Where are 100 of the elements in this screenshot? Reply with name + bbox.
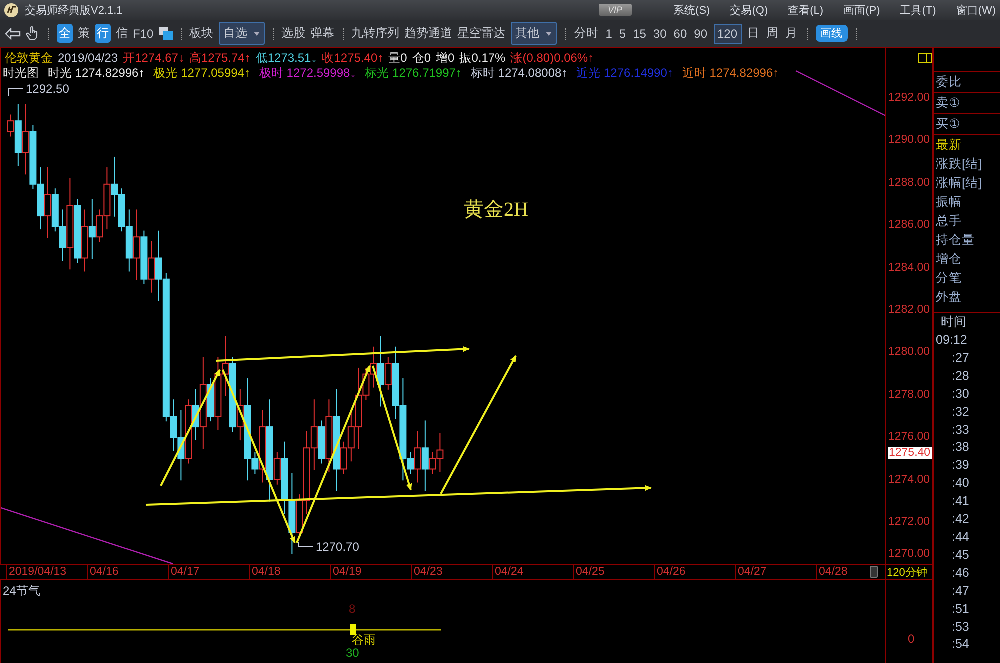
toolbar-button[interactable]: 星空雷达 — [458, 23, 506, 44]
date-axis-label: 04/25 — [573, 565, 654, 579]
window-toggle-icon[interactable] — [918, 53, 932, 63]
leader-line — [298, 542, 314, 548]
quote-value: 低1273.51↓ — [256, 51, 318, 66]
trade-time: :33 — [951, 422, 970, 439]
price-tick-label: 1278.00 — [888, 388, 930, 401]
price-tick-label: 1284.00 — [888, 262, 930, 274]
trade-time: :46 — [951, 564, 970, 582]
trade-time: :45 — [951, 546, 970, 564]
price-tick-label: 1272.00 — [888, 516, 930, 528]
quote-value: 仓0 — [412, 51, 431, 66]
solar-term-label: 谷雨 — [352, 632, 376, 648]
leader-line — [8, 88, 24, 96]
period-tab[interactable]: 月 — [784, 23, 799, 44]
date-axis-label: 04/18 — [249, 565, 330, 579]
menu-item[interactable]: 画面(P) — [844, 2, 880, 18]
indicator-value: 时光图 — [3, 66, 39, 81]
high-price-label: 1292.50 — [26, 82, 70, 96]
menu-item[interactable]: 系统(S) — [674, 2, 710, 18]
quote-value: 增0 — [436, 51, 455, 66]
price-tick-label: 1288.00 — [888, 176, 930, 189]
period-tab[interactable]: 分时 — [574, 23, 600, 44]
low-price-label: 1270.70 — [316, 540, 360, 554]
ask-label: 卖① — [936, 96, 960, 110]
windows-icon[interactable] — [158, 27, 173, 40]
indicator-value: 时光 1274.82996↑ — [48, 66, 145, 81]
quote-field-label: 涨跌[结] — [936, 156, 983, 173]
menu-item[interactable]: 窗口(W) — [956, 2, 996, 18]
indicator-value: 标时 1274.08008↑ — [470, 66, 568, 81]
indicator-value: 标光 1276.71997↑ — [365, 66, 462, 81]
date-axis-label: 2019/04/13 — [6, 565, 87, 579]
quote-value: 量0 — [388, 51, 408, 66]
caret-icon — [254, 32, 260, 36]
quote-value: 开1274.67↓ — [123, 51, 184, 66]
menu-item[interactable]: 交易(Q) — [730, 2, 768, 18]
quote-field-label: 涨幅[结] — [936, 175, 983, 192]
toolbar-button[interactable]: 九转序列 — [352, 23, 400, 44]
period-tab[interactable]: 日 — [746, 23, 761, 44]
trade-time: :28 — [951, 368, 970, 385]
toolbar-button[interactable]: 信 — [116, 23, 128, 44]
quote-value: 收1275.40↑ — [322, 51, 384, 66]
period-tab[interactable]: 1 — [604, 24, 614, 42]
order-ratio-label: 委比 — [936, 75, 962, 89]
indicator-value: 8 — [349, 602, 356, 616]
toolbar-button[interactable]: F10 — [133, 24, 154, 42]
date-axis-label: 04/16 — [87, 565, 168, 579]
dropdown[interactable]: 自选 — [218, 22, 265, 45]
trade-time: :41 — [951, 493, 970, 510]
indicator-value: 30 — [346, 646, 360, 660]
toolbar-button[interactable]: 板块 — [190, 23, 214, 44]
trade-time: :27 — [951, 350, 970, 367]
price-tick-label: 1292.00 — [888, 92, 930, 104]
trade-time: :42 — [951, 511, 970, 528]
last-price-tag: 1275.40 — [888, 447, 932, 459]
trade-time: :47 — [951, 582, 970, 600]
date-axis-label: 04/26 — [654, 565, 735, 579]
quote-value: 振0.17% — [460, 51, 506, 66]
quote-value: 高1275.74↑ — [189, 51, 251, 66]
toolbar-button[interactable]: 弹幕 — [310, 23, 335, 44]
toolbar-button[interactable]: 策 — [78, 23, 90, 44]
trade-time: :38 — [951, 439, 970, 456]
menu-item[interactable]: 查看(L) — [788, 2, 824, 18]
period-tab[interactable]: 周 — [766, 23, 780, 44]
toolbar-button[interactable]: 选股 — [282, 23, 306, 44]
quote-value: 2019/04/23 — [58, 51, 118, 66]
quote-field-label: 外盘 — [936, 289, 963, 306]
logo-icon — [4, 2, 19, 18]
hand-pointer-icon[interactable] — [26, 26, 40, 41]
period-tab[interactable]: 60 — [672, 24, 688, 42]
quote-field-label: 增仓 — [936, 251, 963, 268]
trade-time: :54 — [951, 636, 970, 654]
date-axis-label: 04/23 — [411, 565, 492, 579]
indicator-value: 近光 1276.14990↑ — [576, 66, 674, 81]
quote-field-label: 分笔 — [936, 270, 963, 287]
quote-field-label: 总手 — [936, 213, 963, 230]
indicator-value: 近时 1274.82996↑ — [682, 66, 780, 81]
quote-value: 涨(0.80)0.06%↑ — [510, 51, 594, 66]
price-tick-label: 1286.00 — [888, 219, 930, 232]
trade-time: :30 — [951, 386, 970, 403]
time-column-header: 时间 — [940, 314, 968, 331]
period-tab[interactable]: 120 — [714, 24, 742, 44]
back-arrow-icon[interactable] — [5, 28, 21, 40]
caret-icon — [546, 32, 552, 36]
period-tab[interactable]: 30 — [652, 24, 668, 42]
toolbar-button[interactable]: 趋势通道 — [404, 23, 453, 44]
menu-item[interactable]: 工具(T) — [900, 2, 936, 18]
indicator-value: 极光 1277.05994↑ — [154, 66, 250, 81]
dropdown[interactable]: 其他 — [510, 22, 557, 45]
price-tick-label: 1280.00 — [888, 346, 930, 358]
quote-field-label: 持仓量 — [936, 232, 976, 249]
date-axis-label: 04/19 — [330, 565, 411, 579]
window-title: 交易师经典版V2.1.1 — [25, 4, 123, 18]
period-tab[interactable]: 15 — [632, 24, 648, 42]
period-tab[interactable]: 90 — [693, 24, 708, 42]
trade-time: :40 — [951, 475, 970, 492]
trade-time: :44 — [951, 528, 970, 546]
scroll-handle-icon[interactable] — [870, 566, 878, 578]
period-tab[interactable]: 5 — [618, 24, 628, 42]
indicator-title: 24节气 — [3, 583, 40, 600]
